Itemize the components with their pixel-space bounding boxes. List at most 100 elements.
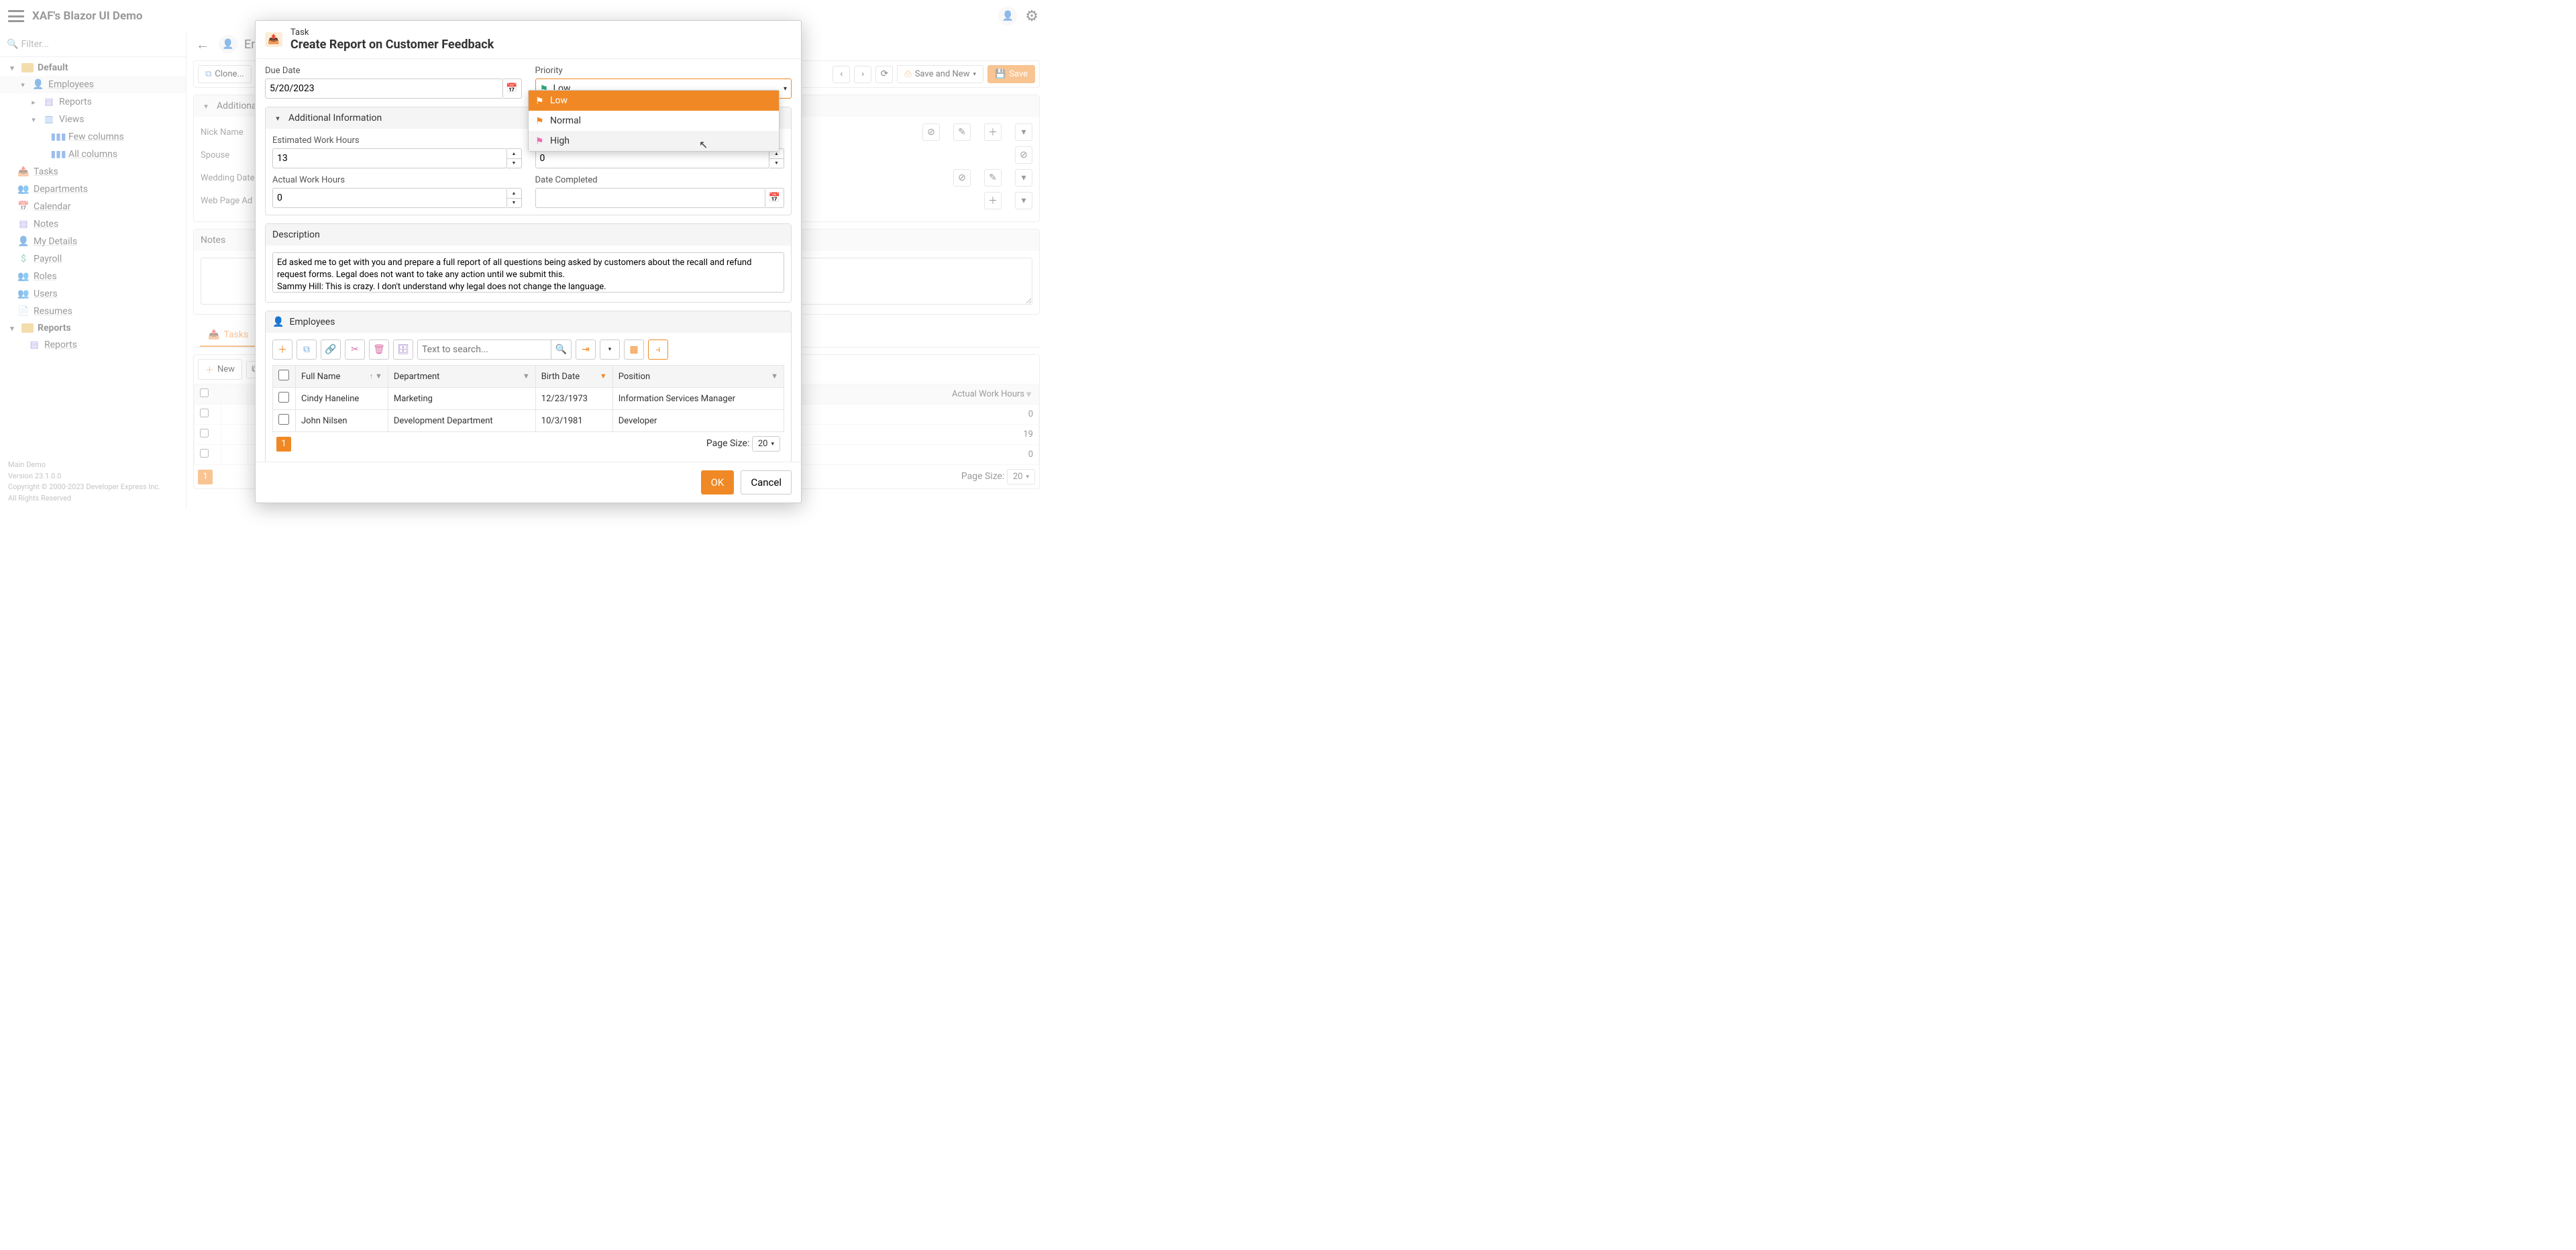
tree-views[interactable]: ▾▥Views xyxy=(0,111,186,128)
col-birth-date[interactable]: Birth Date▼ xyxy=(535,366,612,388)
tree-departments[interactable]: 👥Departments xyxy=(0,180,186,198)
field-clear-icon[interactable]: ⊘ xyxy=(953,169,971,187)
priority-label: Priority xyxy=(535,66,792,76)
tab-tasks[interactable]: 📤Tasks xyxy=(200,324,256,347)
description-textarea[interactable] xyxy=(272,252,784,293)
spin-up[interactable]: ▲ xyxy=(507,189,521,199)
field-dropdown-icon[interactable]: ▾ xyxy=(1015,123,1032,141)
emp-page-badge[interactable]: 1 xyxy=(276,437,291,452)
tree-my-details[interactable]: 👤My Details xyxy=(0,233,186,250)
row-checkbox[interactable] xyxy=(278,414,289,425)
tree-notes[interactable]: ▤Notes xyxy=(0,215,186,233)
employee-avatar: 👤 xyxy=(219,35,237,54)
task-icon: 📤 xyxy=(265,32,282,47)
tree-roles[interactable]: 👥Roles xyxy=(0,268,186,285)
new-button[interactable]: ＋New xyxy=(198,359,242,380)
modal-subtitle: Task xyxy=(290,28,494,38)
link-icon[interactable]: 🔗 xyxy=(321,340,341,360)
footer-info: Main Demo Version 23.1.0.0 Copyright © 2… xyxy=(0,454,186,509)
emp-page-size-select[interactable]: 20 ▾ xyxy=(752,436,780,452)
back-button[interactable]: ← xyxy=(193,35,212,54)
priority-option-high[interactable]: ⚑High xyxy=(529,131,779,151)
hamburger-icon[interactable] xyxy=(8,10,24,22)
export-caret[interactable]: ▾ xyxy=(600,340,620,360)
delete-icon[interactable]: 🗑 xyxy=(369,340,389,360)
tree-resumes[interactable]: 📄Resumes xyxy=(0,303,186,320)
emp-search-input[interactable] xyxy=(417,340,551,360)
due-date-input[interactable] xyxy=(265,79,503,99)
employees-header: 👤Employees xyxy=(266,311,791,333)
priority-option-normal[interactable]: ⚑Normal xyxy=(529,111,779,131)
nav-next-button[interactable]: › xyxy=(854,66,871,83)
emp-page-size-label: Page Size: xyxy=(706,438,750,449)
field-dropdown-icon[interactable]: ▾ xyxy=(1015,192,1032,209)
nav-prev-button[interactable]: ‹ xyxy=(833,66,850,83)
search-icon[interactable]: 🔍 xyxy=(551,340,572,360)
row-checkbox[interactable] xyxy=(200,409,209,417)
search-input[interactable] xyxy=(18,36,179,52)
field-clear-icon[interactable]: ⊘ xyxy=(922,123,940,141)
avatar[interactable]: 👤 xyxy=(998,7,1017,25)
field-edit-icon[interactable]: ✎ xyxy=(984,169,1002,187)
tree-payroll[interactable]: $Payroll xyxy=(0,250,186,268)
ok-button[interactable]: OK xyxy=(701,470,735,494)
tree-default[interactable]: ▾Default xyxy=(0,60,186,76)
actual-hours-label: Actual Work Hours xyxy=(272,175,522,185)
row-checkbox[interactable] xyxy=(200,449,209,458)
page-badge[interactable]: 1 xyxy=(198,470,213,484)
spin-down[interactable]: ▼ xyxy=(769,159,784,168)
priority-dropdown: ⚑Low ⚑Normal ⚑High xyxy=(528,90,780,152)
date-completed-input[interactable] xyxy=(535,188,766,208)
app-title: XAF's Blazor UI Demo xyxy=(32,9,142,23)
col-full-name[interactable]: Full Name↑ ▼ xyxy=(296,366,388,388)
col-position[interactable]: Position▼ xyxy=(612,366,784,388)
save-button[interactable]: 💾Save xyxy=(987,65,1035,83)
cancel-button[interactable]: Cancel xyxy=(741,470,792,494)
clone-icon[interactable]: ⧉ xyxy=(297,340,317,360)
tree-calendar[interactable]: 📅Calendar xyxy=(0,198,186,215)
col-department[interactable]: Department▼ xyxy=(388,366,535,388)
description-header: Description xyxy=(266,224,791,246)
tree-employees[interactable]: ▾👤Employees xyxy=(0,76,186,93)
tree-few-columns[interactable]: ▮▮▮Few columns xyxy=(0,128,186,146)
unlink-icon[interactable]: ✂ xyxy=(345,340,365,360)
clone-button[interactable]: ⧉Clone... xyxy=(198,65,252,83)
spin-up[interactable]: ▲ xyxy=(507,149,521,159)
select-all-checkbox[interactable] xyxy=(200,388,209,397)
priority-option-low[interactable]: ⚑Low xyxy=(529,91,779,111)
calendar-icon[interactable]: 📅 xyxy=(765,188,784,208)
field-edit-icon[interactable]: ✎ xyxy=(953,123,971,141)
save-and-new-button[interactable]: ⎙Save and New▾ xyxy=(897,65,983,83)
tree-reports-leaf[interactable]: ▤Reports xyxy=(0,336,186,354)
add-icon[interactable]: ＋ xyxy=(272,340,292,360)
field-add-icon[interactable]: ＋ xyxy=(984,192,1002,209)
columns-icon[interactable]: ▦ xyxy=(624,340,644,360)
table-row[interactable]: Cindy HanelineMarketing12/23/1973Informa… xyxy=(273,388,784,410)
row-checkbox[interactable] xyxy=(200,429,209,437)
tree-tasks[interactable]: 📤Tasks xyxy=(0,163,186,180)
field-add-icon[interactable]: ＋ xyxy=(984,123,1002,141)
emp-select-all[interactable] xyxy=(278,370,289,380)
page-size-label: Page Size: xyxy=(961,471,1005,482)
date-completed-label: Date Completed xyxy=(535,175,785,185)
tree-reports-node[interactable]: ▸▤Reports xyxy=(0,93,186,111)
tree-all-columns[interactable]: ▮▮▮All columns xyxy=(0,146,186,163)
field-dropdown-icon[interactable]: ▾ xyxy=(1015,169,1032,187)
refresh-button[interactable]: ⟳ xyxy=(875,66,893,83)
table-row[interactable]: John NilsenDevelopment Department10/3/19… xyxy=(273,410,784,432)
actual-hours-input[interactable] xyxy=(272,188,507,208)
spin-down[interactable]: ▼ xyxy=(507,159,521,168)
gear-icon[interactable]: ⚙ xyxy=(1025,8,1038,25)
row-checkbox[interactable] xyxy=(278,392,289,403)
export-icon[interactable]: ⇥ xyxy=(576,340,596,360)
filter-toggle-icon[interactable]: ⫞ xyxy=(648,340,668,360)
spin-down[interactable]: ▼ xyxy=(507,199,521,208)
est-hours-label: Estimated Work Hours xyxy=(272,136,522,146)
est-hours-input[interactable] xyxy=(272,148,507,168)
field-clear-icon[interactable]: ⊘ xyxy=(1015,146,1032,164)
tree-reports-section[interactable]: ▾Reports xyxy=(0,320,186,336)
calendar-icon[interactable]: 📅 xyxy=(503,79,522,99)
archive-icon[interactable]: 🗄 xyxy=(393,340,413,360)
page-size-select[interactable]: 20 ▾ xyxy=(1007,469,1035,484)
tree-users[interactable]: 👥Users xyxy=(0,285,186,303)
